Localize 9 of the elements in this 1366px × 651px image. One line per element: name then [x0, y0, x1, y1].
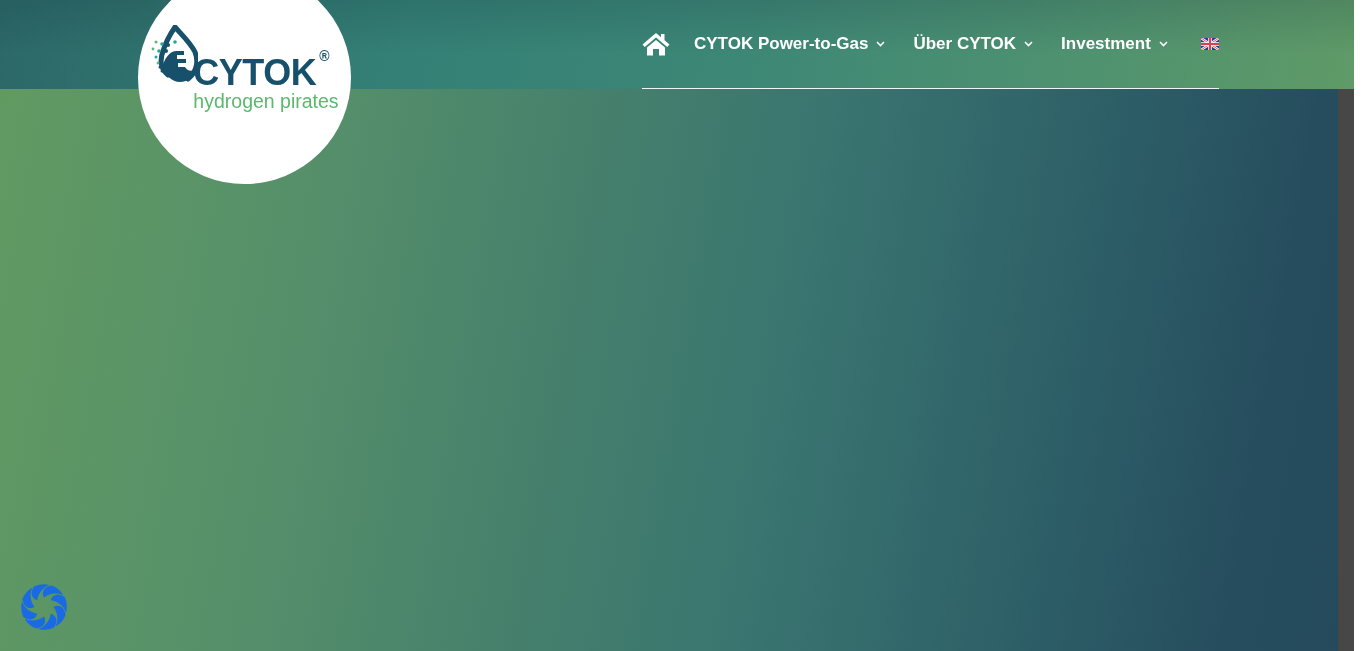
registered-mark: ®	[319, 49, 330, 63]
home-icon[interactable]	[642, 31, 670, 56]
nav-link[interactable]: CYTOK Power-to-Gas	[694, 33, 886, 55]
flag-icon[interactable]	[1201, 38, 1219, 50]
nav-link[interactable]: Über CYTOK	[913, 33, 1034, 55]
scrollbar[interactable]	[1338, 89, 1354, 651]
nav-link[interactable]: Investment	[1061, 33, 1168, 55]
brand-tagline: hydrogen pirates	[193, 91, 339, 111]
brand-name: CYTOK	[193, 55, 317, 91]
